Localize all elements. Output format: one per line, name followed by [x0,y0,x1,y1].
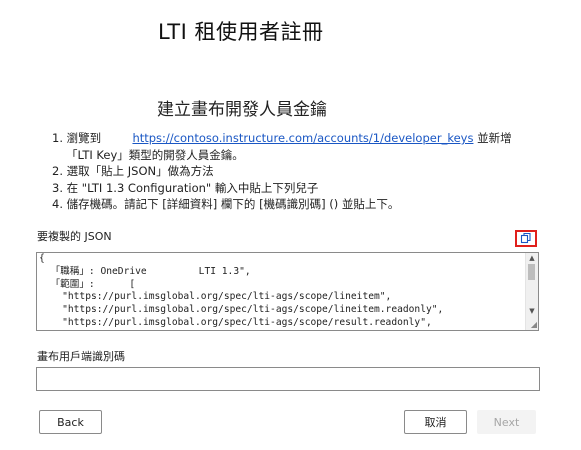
section-subtitle: 建立畫布開發人員金鑰 [157,100,327,120]
resize-grip-icon[interactable]: ◢ [531,320,537,329]
client-id-input[interactable] [36,367,540,391]
step-number: 1. [52,131,63,145]
json-textarea[interactable]: { 「職稱」: OneDrive LTI 1.3", 「範圍」: [ "http… [36,252,539,331]
step-3: 3. 在 "LTI 1.3 Configuration" 輸入中貼上下列兒子 [52,180,562,197]
step-4: 4. 儲存機碼。請記下 [詳細資料] 欄下的 [機碼識別碼] () 並貼上下。 [52,196,562,213]
step-text: 選取「貼上 JSON」做為方法 [66,164,214,178]
scroll-up-icon[interactable]: ▲ [528,254,536,262]
step-number: 4. [52,197,63,211]
step-1-continuation: 「LTI Key」類型的開發人員金鑰。 [66,147,244,162]
next-button[interactable]: Next [477,410,536,434]
json-label: 要複製的 JSON [37,230,112,243]
lti-registration-dialog: LTI 租使用者註冊 建立畫布開發人員金鑰 1. 瀏覽到 https://con… [0,0,581,450]
json-code[interactable]: { 「職稱」: OneDrive LTI 1.3", 「範圍」: [ "http… [39,253,527,330]
vertical-scrollbar[interactable]: ▲ ▼ [525,253,538,330]
copy-icon [520,229,532,248]
step-2: 2. 選取「貼上 JSON」做為方法 [52,163,562,180]
step-text: 儲存機碼。請記下 [詳細資料] 欄下的 [機碼識別碼] () 並貼上下。 [66,197,400,211]
step-text: 在 "LTI 1.3 Configuration" 輸入中貼上下列兒子 [66,180,319,195]
scroll-thumb[interactable] [528,264,535,280]
step-number: 2. [52,164,63,178]
instruction-steps: 1. 瀏覽到 https://contoso.instructure.com/a… [52,130,562,213]
step-1: 1. 瀏覽到 https://contoso.instructure.com/a… [52,130,562,147]
client-id-label: 畫布用戶端識別碼 [37,350,125,363]
developer-keys-link[interactable]: https://contoso.instructure.com/accounts… [132,131,473,145]
scroll-down-icon[interactable]: ▼ [528,307,536,315]
copy-button[interactable] [515,230,537,247]
step-text: 並新增 [477,131,512,145]
page-title: LTI 租使用者註冊 [158,20,324,44]
step-text: 瀏覽到 [66,131,102,145]
back-button[interactable]: Back [39,410,102,434]
step-number: 3. [52,180,63,195]
cancel-button[interactable]: 取消 [404,410,467,434]
